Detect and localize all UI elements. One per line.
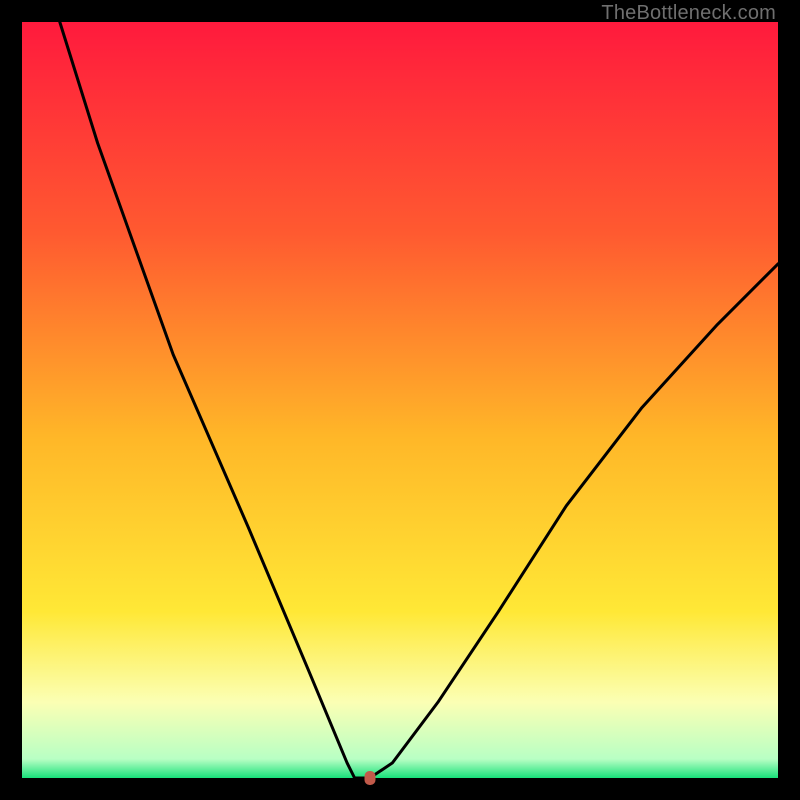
chart-frame: TheBottleneck.com [0,0,800,800]
optimum-marker [364,771,375,785]
plot-area [22,22,778,778]
bottleneck-curve [60,22,778,778]
curve-svg [22,22,778,778]
